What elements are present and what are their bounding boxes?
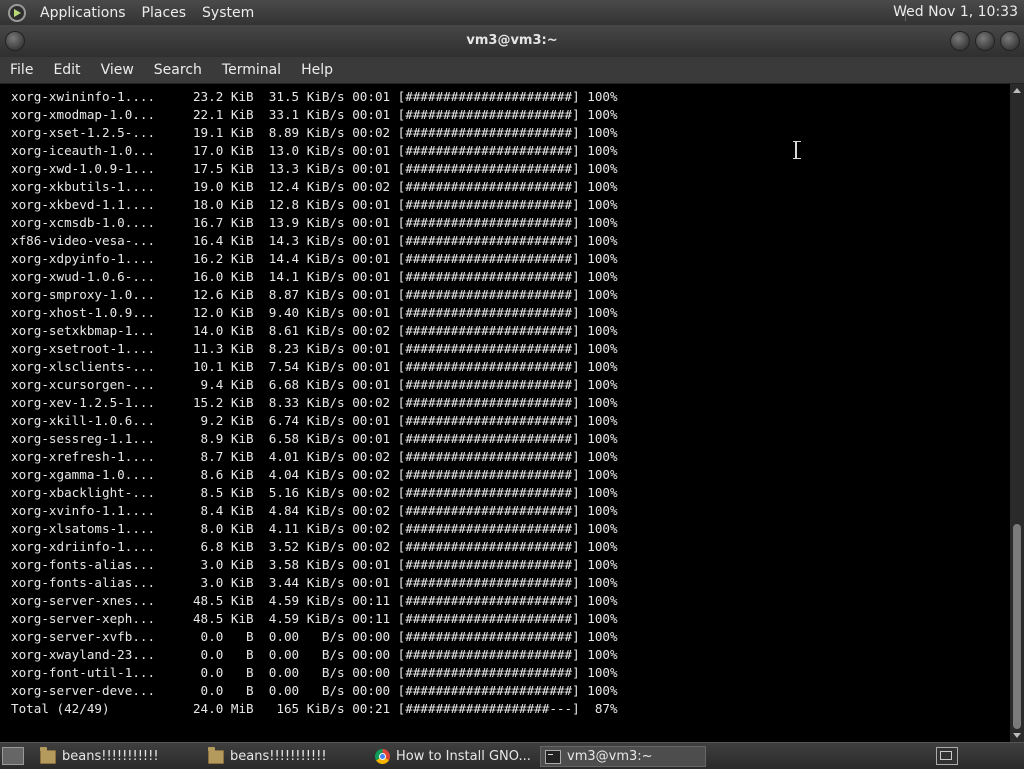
terminal-line: xorg-server-xvfb... 0.0 B 0.00 B/s 00:00… (11, 629, 618, 644)
taskbar-item-beans-1[interactable]: beans!!!!!!!!!!! (36, 746, 198, 767)
terminal-line: xorg-xrefresh-1.... 8.7 KiB 4.01 KiB/s 0… (11, 449, 618, 464)
terminal-line: xorg-sessreg-1.1... 8.9 KiB 6.58 KiB/s 0… (11, 431, 618, 446)
taskbar-item-label: How to Install GNO... (396, 749, 531, 764)
scroll-down-arrow-icon[interactable] (1013, 733, 1021, 738)
terminal-line: xorg-fonts-alias... 3.0 KiB 3.44 KiB/s 0… (11, 575, 618, 590)
places-menu[interactable]: Places (134, 5, 195, 21)
terminal-line: xorg-xdriinfo-1.... 6.8 KiB 3.52 KiB/s 0… (11, 539, 618, 554)
terminal-line: xorg-xbacklight-... 8.5 KiB 5.16 KiB/s 0… (11, 485, 618, 500)
terminal-line: xorg-smproxy-1.0... 12.6 KiB 8.87 KiB/s … (11, 287, 618, 302)
vertical-scrollbar[interactable] (1010, 84, 1024, 742)
maximize-button[interactable] (975, 31, 995, 51)
taskbar-item-beans-2[interactable]: beans!!!!!!!!!!! (204, 746, 366, 767)
terminal-lines: xorg-xwininfo-1.... 23.2 KiB 31.5 KiB/s … (11, 88, 618, 718)
folder-icon (208, 746, 224, 764)
minimize-button[interactable] (950, 31, 970, 51)
terminal-line: xorg-font-util-1... 0.0 B 0.00 B/s 00:00… (11, 665, 618, 680)
terminal-icon (545, 749, 561, 764)
window-titlebar[interactable]: vm3@vm3:~ (0, 25, 1024, 57)
window-title: vm3@vm3:~ (466, 33, 558, 48)
workspace-switcher[interactable] (936, 747, 958, 765)
terminal-line: xorg-xlsatoms-1.... 8.0 KiB 4.11 KiB/s 0… (11, 521, 618, 536)
terminal-line: xorg-xdpyinfo-1.... 16.2 KiB 14.4 KiB/s … (11, 251, 618, 266)
taskbar-item-terminal[interactable]: vm3@vm3:~ (540, 746, 706, 767)
applications-menu[interactable]: Applications (32, 5, 134, 21)
terminal-line: xorg-xsetroot-1.... 11.3 KiB 8.23 KiB/s … (11, 341, 618, 356)
terminal-line: xorg-xwud-1.0.6-... 16.0 KiB 14.1 KiB/s … (11, 269, 618, 284)
close-button[interactable] (1000, 31, 1020, 51)
terminal-line: xorg-xkbutils-1.... 19.0 KiB 12.4 KiB/s … (11, 179, 618, 194)
clock[interactable]: Wed Nov 1, 10:33 (893, 4, 1018, 20)
ibeam-cursor-icon (793, 141, 801, 159)
taskbar-item-browser[interactable]: How to Install GNO... (371, 746, 535, 767)
terminal-line: xorg-xgamma-1.0.... 8.6 KiB 4.04 KiB/s 0… (11, 467, 618, 482)
terminal-line: xorg-xev-1.2.5-1... 15.2 KiB 8.33 KiB/s … (11, 395, 618, 410)
distro-logo-icon[interactable] (8, 3, 26, 22)
folder-icon (40, 746, 56, 764)
scroll-up-arrow-icon[interactable] (1013, 88, 1021, 93)
terminal-line: xorg-xset-1.2.5-... 19.1 KiB 8.89 KiB/s … (11, 125, 618, 140)
terminal-line: xorg-server-xeph... 48.5 KiB 4.59 KiB/s … (11, 611, 618, 626)
terminal-line: xorg-iceauth-1.0... 17.0 KiB 13.0 KiB/s … (11, 143, 618, 158)
menu-file[interactable]: File (0, 62, 43, 78)
terminal-line: xorg-xkbevd-1.1.... 18.0 KiB 12.8 KiB/s … (11, 197, 618, 212)
terminal-line: xorg-xcursorgen-... 9.4 KiB 6.68 KiB/s 0… (11, 377, 618, 392)
menu-edit[interactable]: Edit (43, 62, 90, 78)
chrome-icon (375, 749, 390, 764)
terminal-line: xorg-xmodmap-1.0... 22.1 KiB 33.1 KiB/s … (11, 107, 618, 122)
terminal-line: xorg-setxkbmap-1... 14.0 KiB 8.61 KiB/s … (11, 323, 618, 338)
menu-view[interactable]: View (91, 62, 144, 78)
terminal-line: Total (42/49) 24.0 MiB 165 KiB/s 00:21 [… (11, 701, 618, 716)
terminal-line: xorg-xwayland-23... 0.0 B 0.00 B/s 00:00… (11, 647, 618, 662)
terminal-line: xorg-xwininfo-1.... 23.2 KiB 31.5 KiB/s … (11, 89, 618, 104)
scrollbar-thumb[interactable] (1013, 524, 1021, 729)
terminal-line: xorg-server-xnes... 48.5 KiB 4.59 KiB/s … (11, 593, 618, 608)
terminal-line: xorg-fonts-alias... 3.0 KiB 3.58 KiB/s 0… (11, 557, 618, 572)
system-menu[interactable]: System (194, 5, 262, 21)
taskbar-item-label: beans!!!!!!!!!!! (62, 749, 159, 764)
taskbar-item-label: vm3@vm3:~ (567, 749, 653, 764)
menu-search[interactable]: Search (144, 62, 212, 78)
menu-help[interactable]: Help (291, 62, 343, 78)
terminal-line: xorg-xlsclients-... 10.1 KiB 7.54 KiB/s … (11, 359, 618, 374)
terminal-line: xorg-xkill-1.0.6... 9.2 KiB 6.74 KiB/s 0… (11, 413, 618, 428)
show-desktop-button[interactable] (2, 747, 24, 765)
terminal-line: xf86-video-vesa-... 16.4 KiB 14.3 KiB/s … (11, 233, 618, 248)
menu-terminal[interactable]: Terminal (212, 62, 291, 78)
top-panel: Applications Places System Wed Nov 1, 10… (0, 0, 1024, 26)
terminal-line: xorg-server-deve... 0.0 B 0.00 B/s 00:00… (11, 683, 618, 698)
terminal-line: xorg-xcmsdb-1.0.... 16.7 KiB 13.9 KiB/s … (11, 215, 618, 230)
terminal-menubar: File Edit View Search Terminal Help (0, 57, 1024, 84)
terminal-output[interactable]: xorg-xwininfo-1.... 23.2 KiB 31.5 KiB/s … (0, 84, 1010, 742)
terminal-line: xorg-xwd-1.0.9-1... 17.5 KiB 13.3 KiB/s … (11, 161, 618, 176)
terminal-line: xorg-xhost-1.0.9... 12.0 KiB 9.40 KiB/s … (11, 305, 618, 320)
terminal-line: xorg-xvinfo-1.1.... 8.4 KiB 4.84 KiB/s 0… (11, 503, 618, 518)
taskbar-item-label: beans!!!!!!!!!!! (230, 749, 327, 764)
taskbar: beans!!!!!!!!!!! beans!!!!!!!!!!! How to… (0, 742, 1024, 769)
